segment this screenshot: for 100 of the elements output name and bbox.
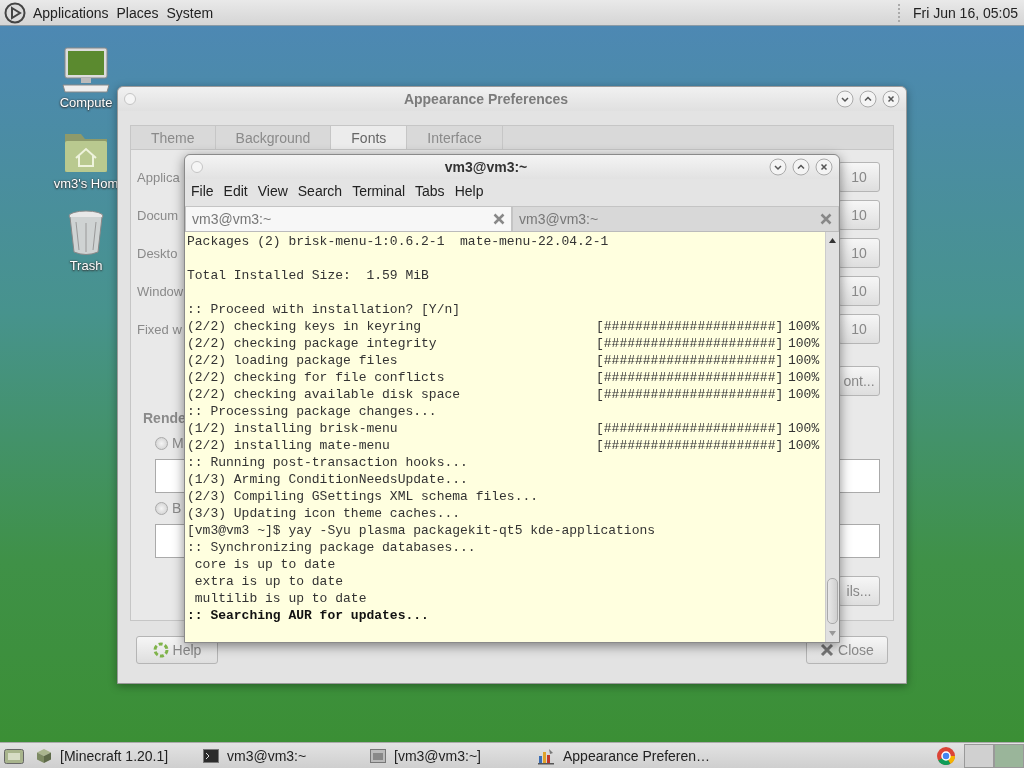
scrollbar-thumb[interactable] — [827, 578, 838, 624]
option-label: B — [172, 500, 182, 516]
field-label: Docum — [137, 207, 179, 223]
terminal-line: core is up to date — [193, 557, 336, 572]
menu-item[interactable]: Search — [292, 183, 348, 199]
field-label: Deskto — [137, 245, 178, 261]
percent-text: 100% — [788, 369, 820, 386]
font-size-button[interactable]: 10 — [838, 314, 880, 344]
icon-label[interactable]: Compute — [59, 95, 113, 110]
terminal-line: :: Synchronizing package databases... — [187, 540, 476, 555]
progress-bar-text: [######################] — [596, 420, 784, 437]
progress-bar-text: [######################] — [596, 318, 784, 335]
trash-icon[interactable] — [67, 210, 105, 256]
terminal-line: (2/3) Compiling GSettings XML schema files... — [187, 489, 539, 504]
window-title: vm3@vm3:~ — [443, 159, 529, 175]
clock[interactable]: Fri Jun 16, 05:05 — [906, 4, 1024, 21]
section-heading: Rende — [143, 410, 186, 428]
field-label: Window — [137, 283, 184, 299]
terminal-line: [vm3@vm3 ~]$ yay -Syu plasma packagekit-qt5 kde-applications — [187, 523, 656, 538]
minimize-button[interactable] — [769, 158, 787, 176]
menu-item[interactable]: Terminal — [347, 183, 411, 199]
menu-item[interactable]: Help — [449, 183, 489, 199]
minimize-button[interactable] — [836, 90, 854, 108]
panel-menu[interactable]: System — [162, 4, 218, 21]
close-tab-icon[interactable] — [493, 213, 505, 225]
font-size-button[interactable]: 10 — [838, 276, 880, 306]
taskbar-button[interactable]: [vm3@vm3:~] — [364, 743, 531, 768]
close-button[interactable] — [815, 158, 833, 176]
percent-text: 100% — [788, 352, 820, 369]
terminal-line: (2/2) checking package integrity — [187, 336, 437, 351]
terminal-icon — [203, 747, 219, 764]
scroll-up-icon[interactable] — [829, 238, 836, 243]
window-title: Appearance Preferences — [402, 91, 570, 107]
window-icon — [370, 747, 386, 764]
terminal-line: (2/2) checking for file conflicts — [187, 370, 445, 385]
lifebuoy-icon — [152, 642, 169, 658]
terminal-line: :: Running post-transaction hooks... — [187, 455, 468, 470]
terminal-line: :: Processing package changes... — [187, 404, 437, 419]
close-button[interactable] — [882, 90, 900, 108]
percent-text: 100% — [788, 420, 820, 437]
icon-label[interactable]: vm3's Hom — [53, 176, 119, 191]
menu-item[interactable]: View — [252, 183, 293, 199]
terminal-tab[interactable]: vm3@vm3:~ — [512, 206, 839, 231]
terminal-line: (1/2) installing brisk-menu — [187, 421, 398, 436]
icon-label[interactable]: Trash — [69, 258, 103, 273]
field-label: Applica — [137, 169, 180, 185]
panel-menu[interactable]: Places — [112, 4, 163, 21]
terminal-tab[interactable]: vm3@vm3:~ — [185, 206, 512, 231]
computer-icon[interactable] — [61, 47, 111, 93]
close-icon — [820, 643, 835, 657]
tab[interactable]: Fonts — [331, 126, 408, 149]
font-button[interactable]: ont... — [838, 366, 880, 396]
show-desktop-icon[interactable] — [4, 746, 24, 765]
terminal-line: (2/2) loading package files — [187, 353, 398, 368]
preview-box[interactable] — [837, 459, 880, 493]
preview-box[interactable] — [155, 459, 187, 493]
scrollbar[interactable] — [825, 232, 839, 642]
maximize-button[interactable] — [859, 90, 877, 108]
percent-text: 100% — [788, 386, 820, 403]
field-label: Fixed w — [137, 321, 182, 337]
terminal-line: (2/2) checking available disk space — [187, 387, 461, 402]
font-size-button[interactable]: 10 — [838, 162, 880, 192]
progress-bar-text: [######################] — [596, 386, 784, 403]
taskbar-button[interactable]: Appearance Preferen… — [531, 743, 717, 768]
menu-item[interactable]: Edit — [218, 183, 253, 199]
progress-bar-text: [######################] — [596, 437, 784, 454]
preview-box[interactable] — [837, 524, 880, 558]
terminal-line: Packages (2) brisk-menu-1:0.6.2-1 mate-menu-22.04.2-1 — [187, 234, 609, 249]
terminal-line: (2/2) checking keys in keyring — [187, 319, 422, 334]
percent-text: 100% — [788, 335, 820, 352]
option-label: M — [172, 435, 184, 451]
percent-text: 100% — [788, 318, 820, 335]
cube-icon — [36, 747, 52, 764]
terminal-line: :: Searching AUR for updates... — [187, 608, 429, 623]
maximize-button[interactable] — [792, 158, 810, 176]
taskbar-button[interactable]: [Minecraft 1.20.1] — [30, 743, 197, 768]
progress-bar-text: [######################] — [596, 335, 784, 352]
close-tab-icon[interactable] — [820, 213, 832, 225]
font-size-button[interactable]: 10 — [838, 200, 880, 230]
radio-button[interactable] — [155, 436, 168, 450]
appearance-icon — [537, 746, 555, 765]
menu-item[interactable]: Tabs — [410, 183, 450, 199]
terminal-line: Total Installed Size: 1.59 MiB — [187, 268, 429, 283]
terminal-line: (2/2) installing mate-menu — [187, 438, 390, 453]
radio-button[interactable] — [155, 501, 168, 515]
menu-item[interactable]: File — [186, 183, 219, 199]
terminal-line: :: Proceed with installation? [Y/n] — [187, 302, 461, 317]
logo-icon[interactable] — [4, 1, 26, 24]
font-size-button[interactable]: 10 — [838, 238, 880, 268]
progress-bar-text: [######################] — [596, 369, 784, 386]
terminal-line: multilib is up to date — [193, 591, 367, 606]
preview-box[interactable] — [155, 524, 187, 558]
details-button[interactable]: ils... — [838, 576, 880, 606]
percent-text: 100% — [788, 437, 820, 454]
browser-icon[interactable] — [936, 745, 956, 766]
workspace-switcher[interactable] — [964, 743, 1024, 768]
progress-bar-text: [######################] — [596, 352, 784, 369]
taskbar-button[interactable]: vm3@vm3:~ — [197, 743, 364, 768]
panel-menu[interactable]: Applications — [29, 4, 113, 21]
terminal-line: (1/3) Arming ConditionNeedsUpdate... — [187, 472, 468, 487]
